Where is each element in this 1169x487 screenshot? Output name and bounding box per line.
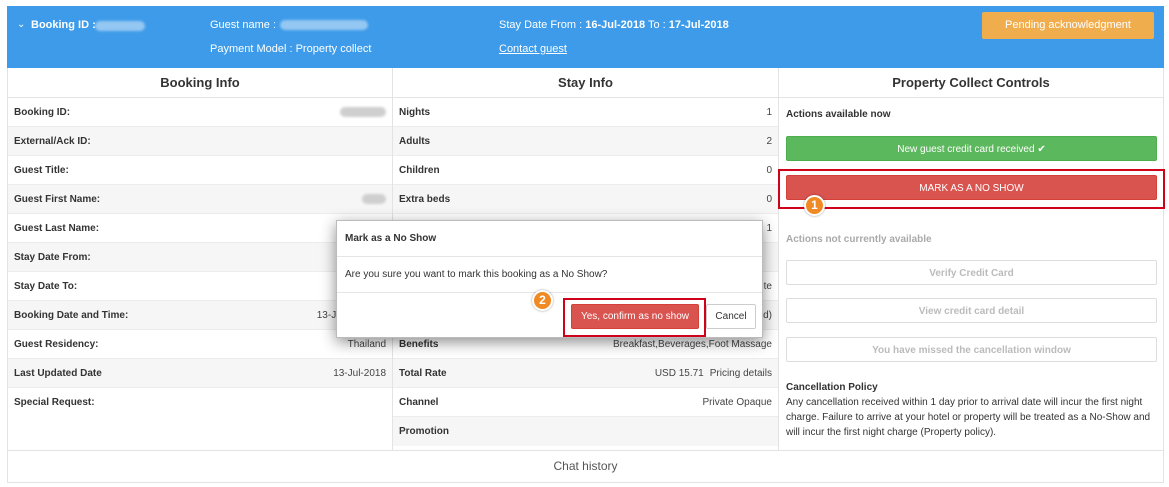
payment-model: Payment Model : Property collect bbox=[210, 43, 372, 55]
row-label: Guest Residency: bbox=[14, 339, 99, 350]
row-value bbox=[362, 185, 386, 214]
row-label: Booking ID: bbox=[14, 107, 71, 118]
row-label: Adults bbox=[399, 136, 431, 147]
row-label: Extra beds bbox=[399, 194, 451, 205]
info-row-booking-id: Booking ID: bbox=[8, 98, 392, 127]
row-value: d) bbox=[763, 310, 772, 321]
row-value bbox=[340, 98, 386, 127]
row-value: 0 bbox=[766, 194, 772, 205]
row-value: te bbox=[763, 281, 772, 292]
row-label: Promotion bbox=[399, 426, 449, 437]
guest-name-value-redacted bbox=[280, 20, 369, 31]
info-row-last-updated: Last Updated Date 13-Jul-2018 bbox=[8, 359, 392, 388]
stay-row-nights: Nights 1 bbox=[393, 98, 778, 127]
row-value: Private Opaque bbox=[702, 397, 773, 408]
cancel-button[interactable]: Cancel bbox=[706, 304, 756, 329]
stay-dates: Stay Date From : 16-Jul-2018 To : 17-Jul… bbox=[499, 19, 729, 31]
row-label: Benefits bbox=[399, 339, 439, 350]
pricing-details-link[interactable]: Pricing details bbox=[710, 368, 772, 379]
booking-header-bar: ⌄ Booking ID : Guest name : Payment Mode… bbox=[7, 6, 1164, 68]
missed-cancellation-window-button[interactable]: You have missed the cancellation window bbox=[786, 337, 1157, 362]
stay-date-to: 17-Jul-2018 bbox=[668, 19, 729, 31]
view-credit-card-button[interactable]: View credit card detail bbox=[786, 298, 1157, 323]
dialog-message: Are you sure you want to mark this booki… bbox=[337, 257, 762, 293]
row-label: Booking Date and Time: bbox=[14, 310, 129, 321]
info-row-guest-last-name: Guest Last Name:T bbox=[8, 214, 392, 243]
stay-date-from: 16-Jul-2018 bbox=[585, 19, 646, 31]
row-label: Total Rate bbox=[399, 368, 447, 379]
row-label: Guest Title: bbox=[14, 165, 69, 176]
row-value: 2 bbox=[766, 136, 772, 147]
actions-unavailable-title: Actions not currently available bbox=[786, 234, 932, 245]
confirm-highlight-box bbox=[563, 298, 706, 337]
info-row-guest-title: Guest Title: bbox=[8, 156, 392, 185]
stay-date-to-label: To : bbox=[648, 19, 666, 31]
row-label: Nights bbox=[399, 107, 431, 118]
booking-id-label: Booking ID : bbox=[31, 19, 96, 31]
info-row-external-id: External/Ack ID: bbox=[8, 127, 392, 156]
info-row-stay-date-from: Stay Date From: bbox=[8, 243, 392, 272]
actions-available-title: Actions available now bbox=[786, 109, 891, 120]
contact-guest-link[interactable]: Contact guest bbox=[499, 43, 567, 55]
redacted-value bbox=[362, 194, 386, 205]
row-value: USD 15.71 Pricing details bbox=[655, 359, 772, 388]
booking-id-value-redacted bbox=[95, 21, 145, 31]
row-value: 1 bbox=[766, 223, 772, 234]
row-label: Last Updated Date bbox=[14, 368, 102, 379]
row-value: 13-Jul-2018 bbox=[333, 368, 386, 379]
stay-row-adults: Adults 2 bbox=[393, 127, 778, 156]
credit-card-received-button[interactable]: New guest credit card received ✔ bbox=[786, 136, 1157, 161]
redacted-value bbox=[340, 107, 386, 118]
row-label: Channel bbox=[399, 397, 439, 408]
info-row-special-request: Special Request: bbox=[8, 388, 392, 417]
stay-row-promotion: Promotion bbox=[393, 417, 778, 446]
row-label: External/Ack ID: bbox=[14, 136, 91, 147]
booking-info-title: Booking Info bbox=[8, 68, 392, 98]
verify-credit-card-button[interactable]: Verify Credit Card bbox=[786, 260, 1157, 285]
cancellation-policy-title: Cancellation Policy bbox=[786, 382, 878, 393]
chat-history-bar[interactable]: Chat history bbox=[7, 450, 1164, 483]
info-row-booking-datetime: Booking Date and Time: 13-Jul bbox=[8, 301, 392, 330]
dialog-title: Mark as a No Show bbox=[337, 221, 762, 257]
row-label: Stay Date To: bbox=[14, 281, 78, 292]
info-row-guest-first-name: Guest First Name: bbox=[8, 185, 392, 214]
callout-badge-1: 1 bbox=[804, 195, 825, 216]
total-rate-value: USD 15.71 bbox=[654, 368, 704, 379]
row-value: 1 bbox=[766, 107, 772, 118]
stay-info-title: Stay Info bbox=[393, 68, 778, 98]
stay-row-extra-beds: Extra beds 0 bbox=[393, 185, 778, 214]
row-label: Guest Last Name: bbox=[14, 223, 100, 234]
callout-badge-2: 2 bbox=[532, 290, 553, 311]
no-show-highlight-box bbox=[778, 169, 1165, 209]
row-label: Stay Date From: bbox=[14, 252, 91, 263]
booking-info-rows: Booking ID: External/Ack ID: Guest Title… bbox=[8, 98, 392, 417]
stay-row-channel: Channel Private Opaque bbox=[393, 388, 778, 417]
row-label: Guest First Name: bbox=[14, 194, 101, 205]
row-label: Children bbox=[399, 165, 440, 176]
info-row-guest-residency: Guest Residency: Thailand bbox=[8, 330, 392, 359]
property-controls-panel: Property Collect Controls Actions availa… bbox=[779, 68, 1164, 450]
stay-row-total-rate: Total Rate USD 15.71 Pricing details bbox=[393, 359, 778, 388]
property-controls-title: Property Collect Controls bbox=[779, 68, 1163, 98]
stay-date-from-label: Stay Date From : bbox=[499, 19, 583, 31]
guest-name: Guest name : bbox=[210, 19, 369, 31]
cancellation-policy: Cancellation Policy Any cancellation rec… bbox=[786, 380, 1158, 440]
guest-name-label: Guest name : bbox=[210, 19, 277, 31]
info-row-stay-date-to: Stay Date To: bbox=[8, 272, 392, 301]
row-value: 0 bbox=[766, 165, 772, 176]
row-label: Special Request: bbox=[14, 397, 95, 408]
cancellation-policy-text: Any cancellation received within 1 day p… bbox=[786, 397, 1151, 438]
stay-row-children: Children 0 bbox=[393, 156, 778, 185]
chevron-down-icon[interactable]: ⌄ bbox=[17, 19, 25, 30]
pending-acknowledgment-button[interactable]: Pending acknowledgment bbox=[982, 12, 1154, 39]
